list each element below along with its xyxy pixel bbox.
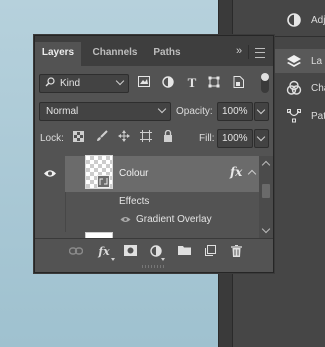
smart-object-badge-icon xyxy=(97,175,110,188)
search-icon xyxy=(45,75,55,92)
delete-layer-icon[interactable] xyxy=(229,245,243,259)
image-filter-icon[interactable] xyxy=(137,76,151,90)
scroll-thumb[interactable] xyxy=(262,184,270,198)
opacity-dropdown[interactable] xyxy=(254,102,269,121)
new-adjustment-icon[interactable] xyxy=(149,245,163,259)
lock-transparent-pixels-icon[interactable] xyxy=(71,131,85,145)
layer-visibility-toggle[interactable] xyxy=(35,156,66,192)
blend-mode-value: Normal xyxy=(46,106,79,117)
effect-gradient-overlay[interactable]: Gradient Overlay xyxy=(136,214,212,225)
opacity-value: 100% xyxy=(222,106,248,117)
dock-item-label: Cha xyxy=(311,82,325,94)
chevron-down-icon xyxy=(111,258,115,261)
new-group-icon[interactable] xyxy=(177,245,191,259)
tab-layers[interactable]: Layers xyxy=(35,42,81,66)
channels-icon xyxy=(285,79,303,97)
layer-filter-select[interactable]: Kind xyxy=(39,74,129,93)
blend-mode-select[interactable]: Normal xyxy=(39,102,171,121)
adjustments-icon xyxy=(285,11,303,29)
dock-item-adjustments[interactable]: Adj xyxy=(233,8,325,32)
link-layers-icon[interactable] xyxy=(68,245,84,259)
scroll-down-icon[interactable] xyxy=(261,224,271,234)
layer-effects-icon[interactable]: fx xyxy=(230,165,242,179)
effect-visibility-icon[interactable] xyxy=(120,215,131,226)
fill-value: 100% xyxy=(222,133,248,144)
fill-label: Fill: xyxy=(199,133,215,144)
smart-object-filter-icon[interactable] xyxy=(231,76,245,91)
collapse-panel-icon[interactable]: » xyxy=(236,45,242,57)
tab-paths[interactable]: Paths xyxy=(147,42,187,66)
lock-all-icon[interactable] xyxy=(161,129,175,145)
new-layer-icon[interactable] xyxy=(203,245,217,259)
tab-separator xyxy=(248,45,249,59)
chevron-down-icon xyxy=(161,258,165,261)
type-filter-icon[interactable]: T xyxy=(185,75,199,91)
lock-image-pixels-icon[interactable] xyxy=(95,130,109,145)
lock-artboard-icon[interactable] xyxy=(139,130,153,145)
panel-menu-icon[interactable] xyxy=(255,48,265,58)
tab-channels[interactable]: Channels xyxy=(83,42,147,66)
effects-indent xyxy=(65,192,66,234)
shape-filter-icon[interactable] xyxy=(207,76,221,91)
filter-kind-label: Kind xyxy=(60,78,81,89)
fill-input[interactable]: 100% xyxy=(217,129,253,148)
layers-panel: Layers Channels Paths » Kind T Normal Op… xyxy=(34,35,274,273)
add-style-icon[interactable]: fx xyxy=(97,245,111,259)
layers-icon xyxy=(285,52,303,70)
layer-name[interactable]: Colour xyxy=(119,168,148,179)
opacity-input[interactable]: 100% xyxy=(217,102,253,121)
layers-scrollbar[interactable] xyxy=(259,156,273,238)
add-mask-icon[interactable] xyxy=(123,245,137,259)
dock-item-label: Pat xyxy=(311,110,325,122)
dock-item-label: La xyxy=(311,55,323,67)
adjustment-filter-icon[interactable] xyxy=(161,76,175,91)
chevron-down-icon xyxy=(256,132,266,142)
chevron-down-icon xyxy=(115,76,125,86)
chevron-down-icon xyxy=(256,105,266,115)
scroll-up-icon[interactable] xyxy=(261,160,271,170)
dock-item-label: Adj xyxy=(311,14,325,26)
lock-position-icon[interactable] xyxy=(117,130,131,145)
effects-label: Effects xyxy=(119,196,150,207)
chevron-down-icon xyxy=(157,104,167,114)
filter-toggle[interactable] xyxy=(261,73,269,93)
panel-tab-bar: Layers Channels Paths » xyxy=(35,36,273,66)
fill-dropdown[interactable] xyxy=(254,129,269,148)
eye-icon xyxy=(43,169,57,181)
panel-resize-grip[interactable] xyxy=(142,265,166,268)
opacity-label: Opacity: xyxy=(176,106,213,117)
paths-icon xyxy=(285,107,303,125)
lock-label: Lock: xyxy=(40,133,64,144)
